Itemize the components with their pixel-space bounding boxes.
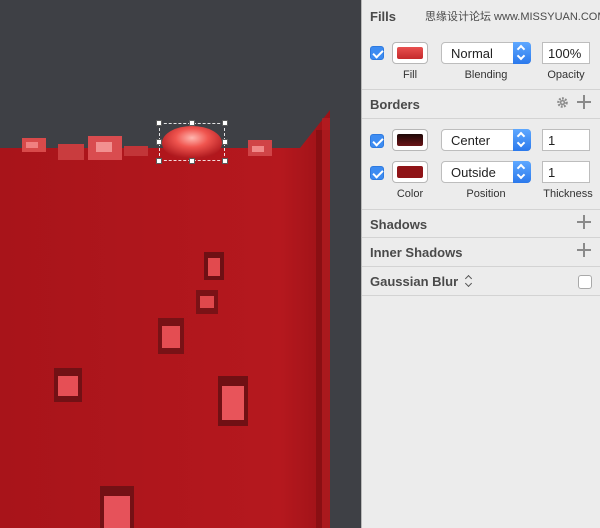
borders-header: Borders <box>362 89 600 119</box>
resize-handle-bottom-middle[interactable] <box>189 158 195 164</box>
fills-title: Fills <box>370 9 397 24</box>
border2-color-chip <box>397 166 423 178</box>
border1-position-value: Center <box>451 133 491 148</box>
position-caption: Position <box>466 188 506 200</box>
inner-shadows-title: Inner Shadows <box>370 245 463 260</box>
blending-stepper-icon <box>513 42 531 64</box>
fill-color-swatch[interactable] <box>392 42 428 64</box>
color-caption: Color <box>396 188 424 200</box>
blending-value: Normal <box>451 46 493 61</box>
shadows-header[interactable]: Shadows <box>362 209 600 238</box>
gaussian-blur-checkbox[interactable] <box>578 275 592 289</box>
inner-shadows-header[interactable]: Inner Shadows <box>362 238 600 267</box>
resize-handle-middle-right[interactable] <box>222 139 228 145</box>
border2-enabled-checkbox[interactable] <box>370 166 384 180</box>
border2-stepper-icon <box>513 161 531 183</box>
opacity-input[interactable]: 100% <box>542 42 590 64</box>
border1-thickness-input[interactable]: 1 <box>542 129 590 151</box>
selection-box[interactable] <box>159 123 225 161</box>
opacity-value: 100% <box>548 46 582 61</box>
add-shadow-icon[interactable] <box>577 215 591 229</box>
inspector-panel: Fills Normal 100% Fill Blending Opacity … <box>361 0 600 528</box>
blending-caption: Blending <box>464 69 508 81</box>
border2-position-select[interactable]: Outside <box>441 161 531 183</box>
blending-select[interactable]: Normal <box>441 42 531 64</box>
resize-handle-bottom-left[interactable] <box>156 158 162 164</box>
border1-thickness-value: 1 <box>548 133 556 148</box>
watermark-text: 思缘设计论坛 www.MISSYUAN.COM <box>425 11 600 23</box>
design-canvas[interactable] <box>0 0 361 528</box>
resize-handle-bottom-right[interactable] <box>222 158 228 164</box>
border1-color-swatch[interactable] <box>392 129 428 151</box>
borders-title: Borders <box>370 97 420 112</box>
opacity-caption: Opacity <box>547 69 585 81</box>
border1-enabled-checkbox[interactable] <box>370 134 384 148</box>
blur-type-chevron-icon[interactable] <box>465 276 473 288</box>
add-inner-shadow-icon[interactable] <box>577 243 591 257</box>
border2-thickness-value: 1 <box>548 165 556 180</box>
thickness-caption: Thickness <box>543 188 593 200</box>
border1-color-chip <box>397 134 423 146</box>
resize-handle-middle-left[interactable] <box>156 139 162 145</box>
gaussian-blur-header[interactable]: Gaussian Blur <box>362 267 600 296</box>
canvas-artwork <box>0 110 330 528</box>
add-border-icon[interactable] <box>577 95 591 109</box>
gear-icon[interactable] <box>556 96 569 109</box>
gaussian-blur-title: Gaussian Blur <box>370 274 459 289</box>
resize-handle-top-right[interactable] <box>222 120 228 126</box>
resize-handle-top-left[interactable] <box>156 120 162 126</box>
border2-position-value: Outside <box>451 165 496 180</box>
fill-enabled-checkbox[interactable] <box>370 46 384 60</box>
border2-thickness-input[interactable]: 1 <box>542 161 590 183</box>
shadows-title: Shadows <box>370 217 428 232</box>
fill-caption: Fill <box>402 69 418 81</box>
resize-handle-top-middle[interactable] <box>189 120 195 126</box>
border2-color-swatch[interactable] <box>392 161 428 183</box>
border1-stepper-icon <box>513 129 531 151</box>
fill-color-chip <box>397 47 423 59</box>
border1-position-select[interactable]: Center <box>441 129 531 151</box>
